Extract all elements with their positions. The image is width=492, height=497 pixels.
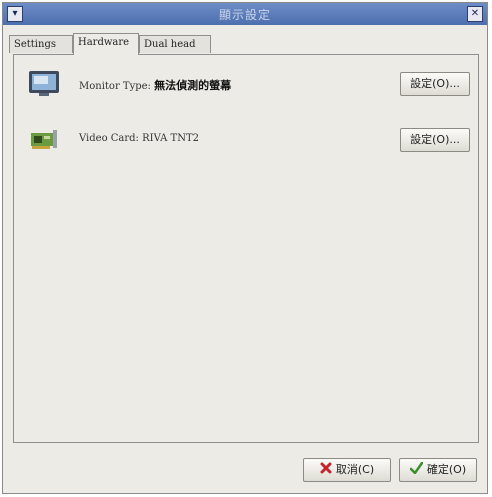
checkmark-icon [409, 460, 424, 482]
video-card-prefix: Video Card: [79, 133, 139, 144]
title-bar[interactable]: ▾ 顯示設定 ✕ [3, 3, 487, 25]
ok-button-label: 確定(O) [426, 463, 467, 476]
tab-settings[interactable]: Settings [9, 35, 73, 53]
monitor-type-prefix: Monitor Type: [79, 81, 151, 92]
monitor-icon [29, 71, 59, 96]
video-card-icon [31, 130, 57, 149]
monitor-type-value: 無法偵測的螢幕 [154, 79, 232, 92]
tab-dual-head-label: Dual head [144, 39, 196, 50]
monitor-configure-button[interactable]: 設定(O)... [400, 72, 470, 96]
video-card-label: Video Card: RIVA TNT2 [79, 133, 199, 144]
display-settings-window: ▾ 顯示設定 ✕ Settings Hardware Dual head Mon… [2, 2, 488, 494]
cancel-button-label: 取消(C) [335, 463, 375, 476]
tab-dual-head[interactable]: Dual head [139, 35, 211, 53]
monitor-type-label: Monitor Type: 無法偵測的螢幕 [79, 77, 231, 93]
cancel-icon [320, 460, 332, 482]
tab-settings-label: Settings [14, 39, 56, 50]
monitor-row: Monitor Type: 無法偵測的螢幕 設定(O)... [24, 65, 470, 105]
cancel-button[interactable]: 取消(C) [303, 458, 391, 482]
close-icon[interactable]: ✕ [467, 6, 483, 22]
video-card-configure-button[interactable]: 設定(O)... [400, 128, 470, 152]
window-title: 顯示設定 [218, 8, 271, 22]
tab-hardware-label: Hardware [78, 37, 130, 48]
video-card-row: Video Card: RIVA TNT2 設定(O)... [24, 121, 470, 161]
hardware-panel: Monitor Type: 無法偵測的螢幕 設定(O)... Video Car… [13, 54, 479, 443]
tab-hardware[interactable]: Hardware [73, 33, 139, 55]
video-card-value: RIVA TNT2 [142, 133, 199, 144]
ok-button[interactable]: 確定(O) [399, 458, 477, 482]
